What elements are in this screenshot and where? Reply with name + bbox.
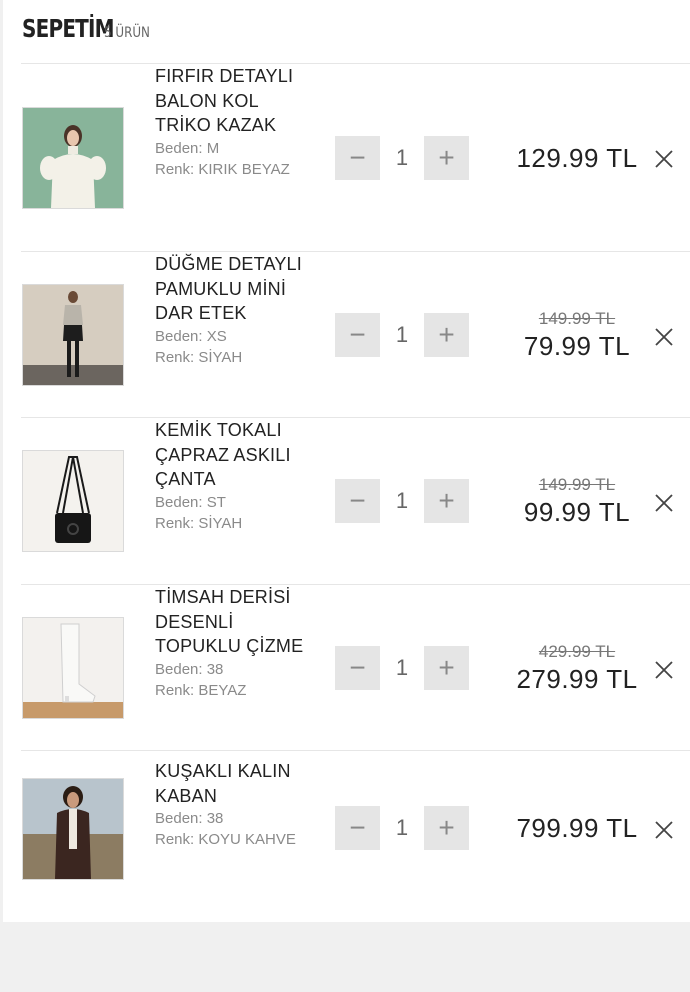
close-icon bbox=[655, 494, 673, 512]
remove-item-button[interactable] bbox=[652, 147, 676, 171]
cart-item: KUŞAKLI KALIN KABAN Beden: 38 Renk: KOYU… bbox=[21, 750, 690, 922]
increase-quantity-button[interactable]: + bbox=[424, 313, 469, 357]
product-image[interactable] bbox=[22, 450, 124, 552]
decrease-quantity-button[interactable]: − bbox=[335, 136, 380, 180]
current-price: 799.99 TL bbox=[516, 813, 638, 843]
product-info: FIRFIR DETAYLI BALON KOL TRİKO KAZAK Bed… bbox=[155, 64, 315, 180]
remove-item-button[interactable] bbox=[652, 818, 676, 842]
product-color: Renk: BEYAZ bbox=[155, 681, 247, 699]
close-icon bbox=[655, 821, 673, 839]
minus-icon: − bbox=[349, 142, 366, 173]
plus-icon: + bbox=[438, 812, 455, 843]
quantity-value[interactable]: 1 bbox=[380, 815, 424, 841]
decrease-quantity-button[interactable]: − bbox=[335, 313, 380, 357]
cart-item: KEMİK TOKALI ÇAPRAZ ASKILI ÇANTA Beden: … bbox=[21, 417, 690, 584]
product-size: Beden: 38 bbox=[155, 810, 224, 827]
current-price: 79.99 TL bbox=[523, 331, 631, 361]
quantity-value[interactable]: 1 bbox=[380, 145, 424, 171]
product-size: Beden: M bbox=[155, 139, 220, 157]
original-price: 429.99 TL bbox=[538, 642, 616, 661]
cart-item: FIRFIR DETAYLI BALON KOL TRİKO KAZAK Bed… bbox=[21, 63, 690, 251]
remove-item-button[interactable] bbox=[652, 491, 676, 515]
close-icon bbox=[655, 150, 673, 168]
product-image[interactable] bbox=[22, 284, 124, 386]
quantity-stepper: − 1 + bbox=[335, 136, 469, 180]
quantity-value[interactable]: 1 bbox=[380, 488, 424, 514]
product-info: KUŞAKLI KALIN KABAN Beden: 38 Renk: KOYU… bbox=[155, 759, 315, 850]
decrease-quantity-button[interactable]: − bbox=[335, 646, 380, 690]
plus-icon: + bbox=[438, 485, 455, 516]
close-icon bbox=[655, 328, 673, 346]
product-name[interactable]: TİMSAH DERİSİ DESENLİ TOPUKLU ÇİZME bbox=[155, 585, 315, 659]
price-block: 149.99 TL 99.99 TL bbox=[497, 474, 657, 528]
quantity-value[interactable]: 1 bbox=[380, 655, 424, 681]
cart-item: TİMSAH DERİSİ DESENLİ TOPUKLU ÇİZME Bede… bbox=[21, 584, 690, 750]
remove-item-button[interactable] bbox=[652, 325, 676, 349]
product-color: Renk: KOYU KAHVE bbox=[155, 831, 296, 848]
price-block: 149.99 TL 79.99 TL bbox=[497, 308, 657, 362]
product-info: TİMSAH DERİSİ DESENLİ TOPUKLU ÇİZME Bede… bbox=[155, 585, 315, 701]
product-color: Renk: KIRIK BEYAZ bbox=[155, 160, 290, 178]
product-info: DÜĞME DETAYLI PAMUKLU MİNİ DAR ETEK Bede… bbox=[155, 252, 315, 368]
price-block: 429.99 TL 279.99 TL bbox=[497, 641, 657, 695]
cart-title: SEPETİM bbox=[22, 14, 115, 43]
price-block: 799.99 TL bbox=[497, 812, 657, 844]
quantity-value[interactable]: 1 bbox=[380, 322, 424, 348]
quantity-stepper: − 1 + bbox=[335, 806, 469, 850]
price-block: 129.99 TL bbox=[497, 142, 657, 174]
current-price: 279.99 TL bbox=[516, 664, 638, 694]
original-price: 149.99 TL bbox=[538, 309, 616, 328]
product-image[interactable] bbox=[22, 617, 124, 719]
plus-icon: + bbox=[438, 142, 455, 173]
current-price: 99.99 TL bbox=[523, 497, 631, 527]
minus-icon: − bbox=[349, 652, 366, 683]
cart-panel: SEPETİM 5 ÜRÜN FIRFIR DETAYLI BALON KOL … bbox=[3, 0, 690, 922]
product-color: Renk: SİYAH bbox=[155, 348, 243, 366]
cart-item-count: 5 ÜRÜN bbox=[104, 25, 150, 41]
decrease-quantity-button[interactable]: − bbox=[335, 479, 380, 523]
minus-icon: − bbox=[349, 812, 366, 843]
close-icon bbox=[655, 661, 673, 679]
product-name[interactable]: DÜĞME DETAYLI PAMUKLU MİNİ DAR ETEK bbox=[155, 252, 315, 326]
minus-icon: − bbox=[349, 485, 366, 516]
product-image[interactable] bbox=[22, 778, 124, 880]
quantity-stepper: − 1 + bbox=[335, 479, 469, 523]
product-name[interactable]: KEMİK TOKALI ÇAPRAZ ASKILI ÇANTA bbox=[155, 418, 315, 492]
product-name[interactable]: KUŞAKLI KALIN KABAN bbox=[155, 759, 315, 808]
product-size: Beden: ST bbox=[155, 493, 226, 511]
minus-icon: − bbox=[349, 319, 366, 350]
current-price: 129.99 TL bbox=[516, 143, 638, 173]
increase-quantity-button[interactable]: + bbox=[424, 646, 469, 690]
increase-quantity-button[interactable]: + bbox=[424, 479, 469, 523]
product-size: Beden: 38 bbox=[155, 660, 224, 678]
product-size: Beden: XS bbox=[155, 327, 227, 345]
product-name[interactable]: FIRFIR DETAYLI BALON KOL TRİKO KAZAK bbox=[155, 64, 315, 138]
plus-icon: + bbox=[438, 319, 455, 350]
increase-quantity-button[interactable]: + bbox=[424, 136, 469, 180]
cart-item: DÜĞME DETAYLI PAMUKLU MİNİ DAR ETEK Bede… bbox=[21, 251, 690, 417]
quantity-stepper: − 1 + bbox=[335, 313, 469, 357]
original-price: 149.99 TL bbox=[538, 475, 616, 494]
decrease-quantity-button[interactable]: − bbox=[335, 806, 380, 850]
remove-item-button[interactable] bbox=[652, 658, 676, 682]
cart-header: SEPETİM 5 ÜRÜN bbox=[22, 14, 158, 44]
plus-icon: + bbox=[438, 652, 455, 683]
product-image[interactable] bbox=[22, 107, 124, 209]
product-color: Renk: SİYAH bbox=[155, 514, 243, 532]
quantity-stepper: − 1 + bbox=[335, 646, 469, 690]
product-info: KEMİK TOKALI ÇAPRAZ ASKILI ÇANTA Beden: … bbox=[155, 418, 315, 534]
increase-quantity-button[interactable]: + bbox=[424, 806, 469, 850]
